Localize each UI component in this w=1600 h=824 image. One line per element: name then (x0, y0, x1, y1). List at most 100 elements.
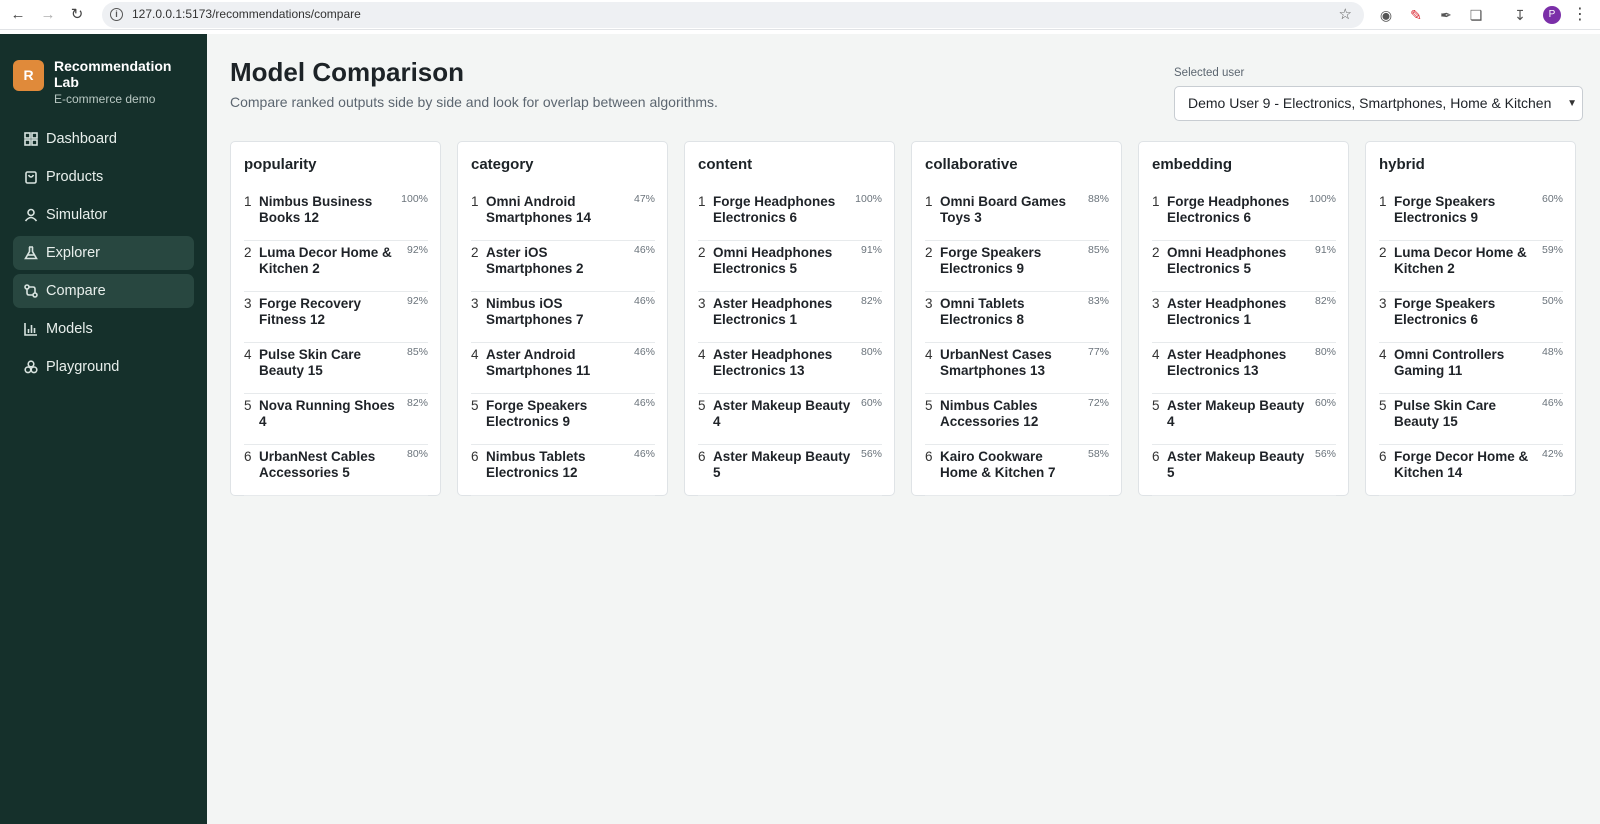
list-item: 4 Aster Headphones Electronics 13 80% (698, 343, 882, 394)
item-name: Omni Controllers Gaming 11 (1394, 347, 1505, 378)
item-rank: 6 (698, 449, 706, 464)
item-score: 72% (1087, 397, 1109, 409)
list-item: 2 Omni Headphones Electronics 5 91% (698, 241, 882, 292)
item-name: Aster Makeup Beauty 5 (1167, 449, 1305, 480)
list-item: 1 Forge Headphones Electronics 6 100% (1152, 190, 1336, 241)
item-rank: 5 (471, 398, 479, 413)
download-icon[interactable]: ↧ (1510, 5, 1530, 25)
address-bar[interactable]: i 127.0.0.1:5173/recommendations/compare… (102, 2, 1364, 28)
list-item: 1 Nimbus Business Books 12 100% (244, 190, 428, 241)
item-name: Forge Headphones Electronics 6 (1167, 194, 1290, 225)
chevron-down-icon: ▼ (1567, 98, 1577, 109)
recommendation-list: 1 Omni Board Games Toys 3 88% 2 Forge Speak… (925, 190, 1109, 496)
item-score: 92% (406, 244, 428, 256)
item-rank: 3 (1152, 296, 1160, 311)
address-url[interactable]: 127.0.0.1:5173/recommendations/compare (132, 7, 361, 21)
item-rank: 3 (1379, 296, 1387, 311)
item-name: Nova Running Shoes 4 (259, 398, 395, 429)
list-item: 1 Forge Headphones Electronics 6 100% (698, 190, 882, 241)
item-score: 100% (1309, 193, 1336, 205)
reload-icon[interactable]: ↻ (67, 5, 87, 25)
item-name: UrbanNest Cases Smartphones 13 (940, 347, 1052, 378)
item-name: Forge Speakers Electronics 9 (940, 245, 1042, 276)
eyedropper-icon[interactable]: ✒ (1436, 5, 1456, 25)
recommendation-list: 1 Omni Android Smartphones 14 47% 2 Aster i… (471, 190, 655, 496)
bookmark-star-icon[interactable]: ☆ (1339, 5, 1352, 23)
sidebar-item-dashboard[interactable]: Dashboard (13, 122, 194, 156)
item-score: 47% (633, 193, 655, 205)
item-rank: 1 (925, 194, 933, 209)
sidebar-item-label: Dashboard (46, 131, 117, 147)
user-select-label: Selected user (1174, 67, 1245, 79)
item-score: 82% (1314, 295, 1336, 307)
user-select-value: Demo User 9 - Electronics, Smartphones, … (1188, 95, 1552, 111)
model-card-content: content 1 Forge Headphones Electronics 61… (684, 141, 895, 496)
forward-arrow-icon[interactable]: → (38, 5, 58, 25)
list-item: 5 Aster Makeup Beauty 4 60% (698, 394, 882, 445)
item-rank: 3 (698, 296, 706, 311)
list-item: 4 Aster Android Smartphones 11 46% (471, 343, 655, 394)
list-item: 2 Luma Decor Home & Kitchen 2 59% (1379, 241, 1563, 292)
item-score: 58% (1087, 448, 1109, 460)
back-arrow-icon[interactable]: ← (8, 5, 28, 25)
item-score: 60% (1541, 193, 1563, 205)
sidebar-item-label: Simulator (46, 207, 108, 223)
camera-icon[interactable]: ◉ (1376, 5, 1396, 25)
item-rank: 3 (471, 296, 479, 311)
list-item: 3 Aster Headphones Electronics 1 82% (1152, 292, 1336, 343)
list-item: 3 Omni Tablets Electronics 8 83% (925, 292, 1109, 343)
sidebar-item-label: Explorer (46, 245, 100, 261)
recommendation-list: 1 Forge Headphones Electronics 6 100% 2 Omn… (1152, 190, 1336, 496)
page-title: Model Comparison (230, 57, 465, 87)
item-name: Nimbus Business Books 12 (259, 194, 373, 225)
list-item: 5 Nimbus Cables Accessories 12 72% (925, 394, 1109, 445)
item-rank: 6 (244, 449, 252, 464)
user-icon (24, 208, 38, 222)
sidebar-item-simulator[interactable]: Simulator (13, 198, 194, 232)
browser-menu-icon[interactable]: ⋮ (1572, 5, 1588, 25)
model-card-title: content (698, 156, 753, 173)
list-item: 3 Forge Recovery Fitness 12 92% (244, 292, 428, 343)
item-score: 60% (1314, 397, 1336, 409)
bar-chart-icon (24, 323, 37, 336)
item-score: 80% (406, 448, 428, 460)
item-score: 85% (1087, 244, 1109, 256)
item-score: 85% (406, 346, 428, 358)
model-card-category: category 1 Omni Android Smartphones 14 47%… (457, 141, 668, 496)
item-score: 82% (406, 397, 428, 409)
item-score: 50% (1541, 295, 1563, 307)
extensions-puzzle-icon[interactable]: ❏ (1466, 5, 1486, 25)
sidebar-item-compare[interactable]: Compare (13, 274, 194, 308)
item-name: Aster Headphones Electronics 13 (1167, 347, 1287, 378)
list-item: 6 Kairo Cookware Home & Kitchen 7 58% (925, 445, 1109, 496)
item-name: Omni Headphones Electronics 5 (1167, 245, 1287, 276)
pen-icon[interactable]: ✎ (1406, 5, 1426, 25)
user-select[interactable]: Demo User 9 - Electronics, Smartphones, … (1174, 86, 1583, 121)
item-name: Luma Decor Home & Kitchen 2 (1394, 245, 1527, 276)
list-item: 1 Forge Speakers Electronics 9 60% (1379, 190, 1563, 241)
sidebar-item-products[interactable]: Products (13, 160, 194, 194)
item-score: 46% (633, 295, 655, 307)
item-score: 46% (633, 346, 655, 358)
list-item: 3 Nimbus iOS Smartphones 7 46% (471, 292, 655, 343)
item-score: 80% (1314, 346, 1336, 358)
item-score: 42% (1541, 448, 1563, 460)
item-name: Forge Headphones Electronics 6 (713, 194, 836, 225)
item-name: Pulse Skin Care Beauty 15 (1394, 398, 1497, 429)
browser-toolbar: ← → ↻ i 127.0.0.1:5173/recommendations/c… (0, 0, 1600, 30)
item-score: 46% (1541, 397, 1563, 409)
sidebar-item-label: Compare (46, 283, 106, 299)
item-score: 80% (860, 346, 882, 358)
site-info-icon[interactable]: i (110, 8, 123, 21)
sidebar-item-models[interactable]: Models (13, 312, 194, 346)
list-item: 2 Omni Headphones Electronics 5 91% (1152, 241, 1336, 292)
item-score: 60% (860, 397, 882, 409)
model-card-embedding: embedding 1 Forge Headphones Electronics … (1138, 141, 1349, 496)
sidebar-item-playground[interactable]: Playground (13, 350, 194, 384)
sidebar-item-explorer[interactable]: Explorer (13, 236, 194, 270)
brand-logo: R (13, 60, 44, 91)
item-score: 56% (860, 448, 882, 460)
item-rank: 2 (698, 245, 706, 260)
item-score: 48% (1541, 346, 1563, 358)
profile-avatar[interactable]: P (1543, 6, 1561, 24)
